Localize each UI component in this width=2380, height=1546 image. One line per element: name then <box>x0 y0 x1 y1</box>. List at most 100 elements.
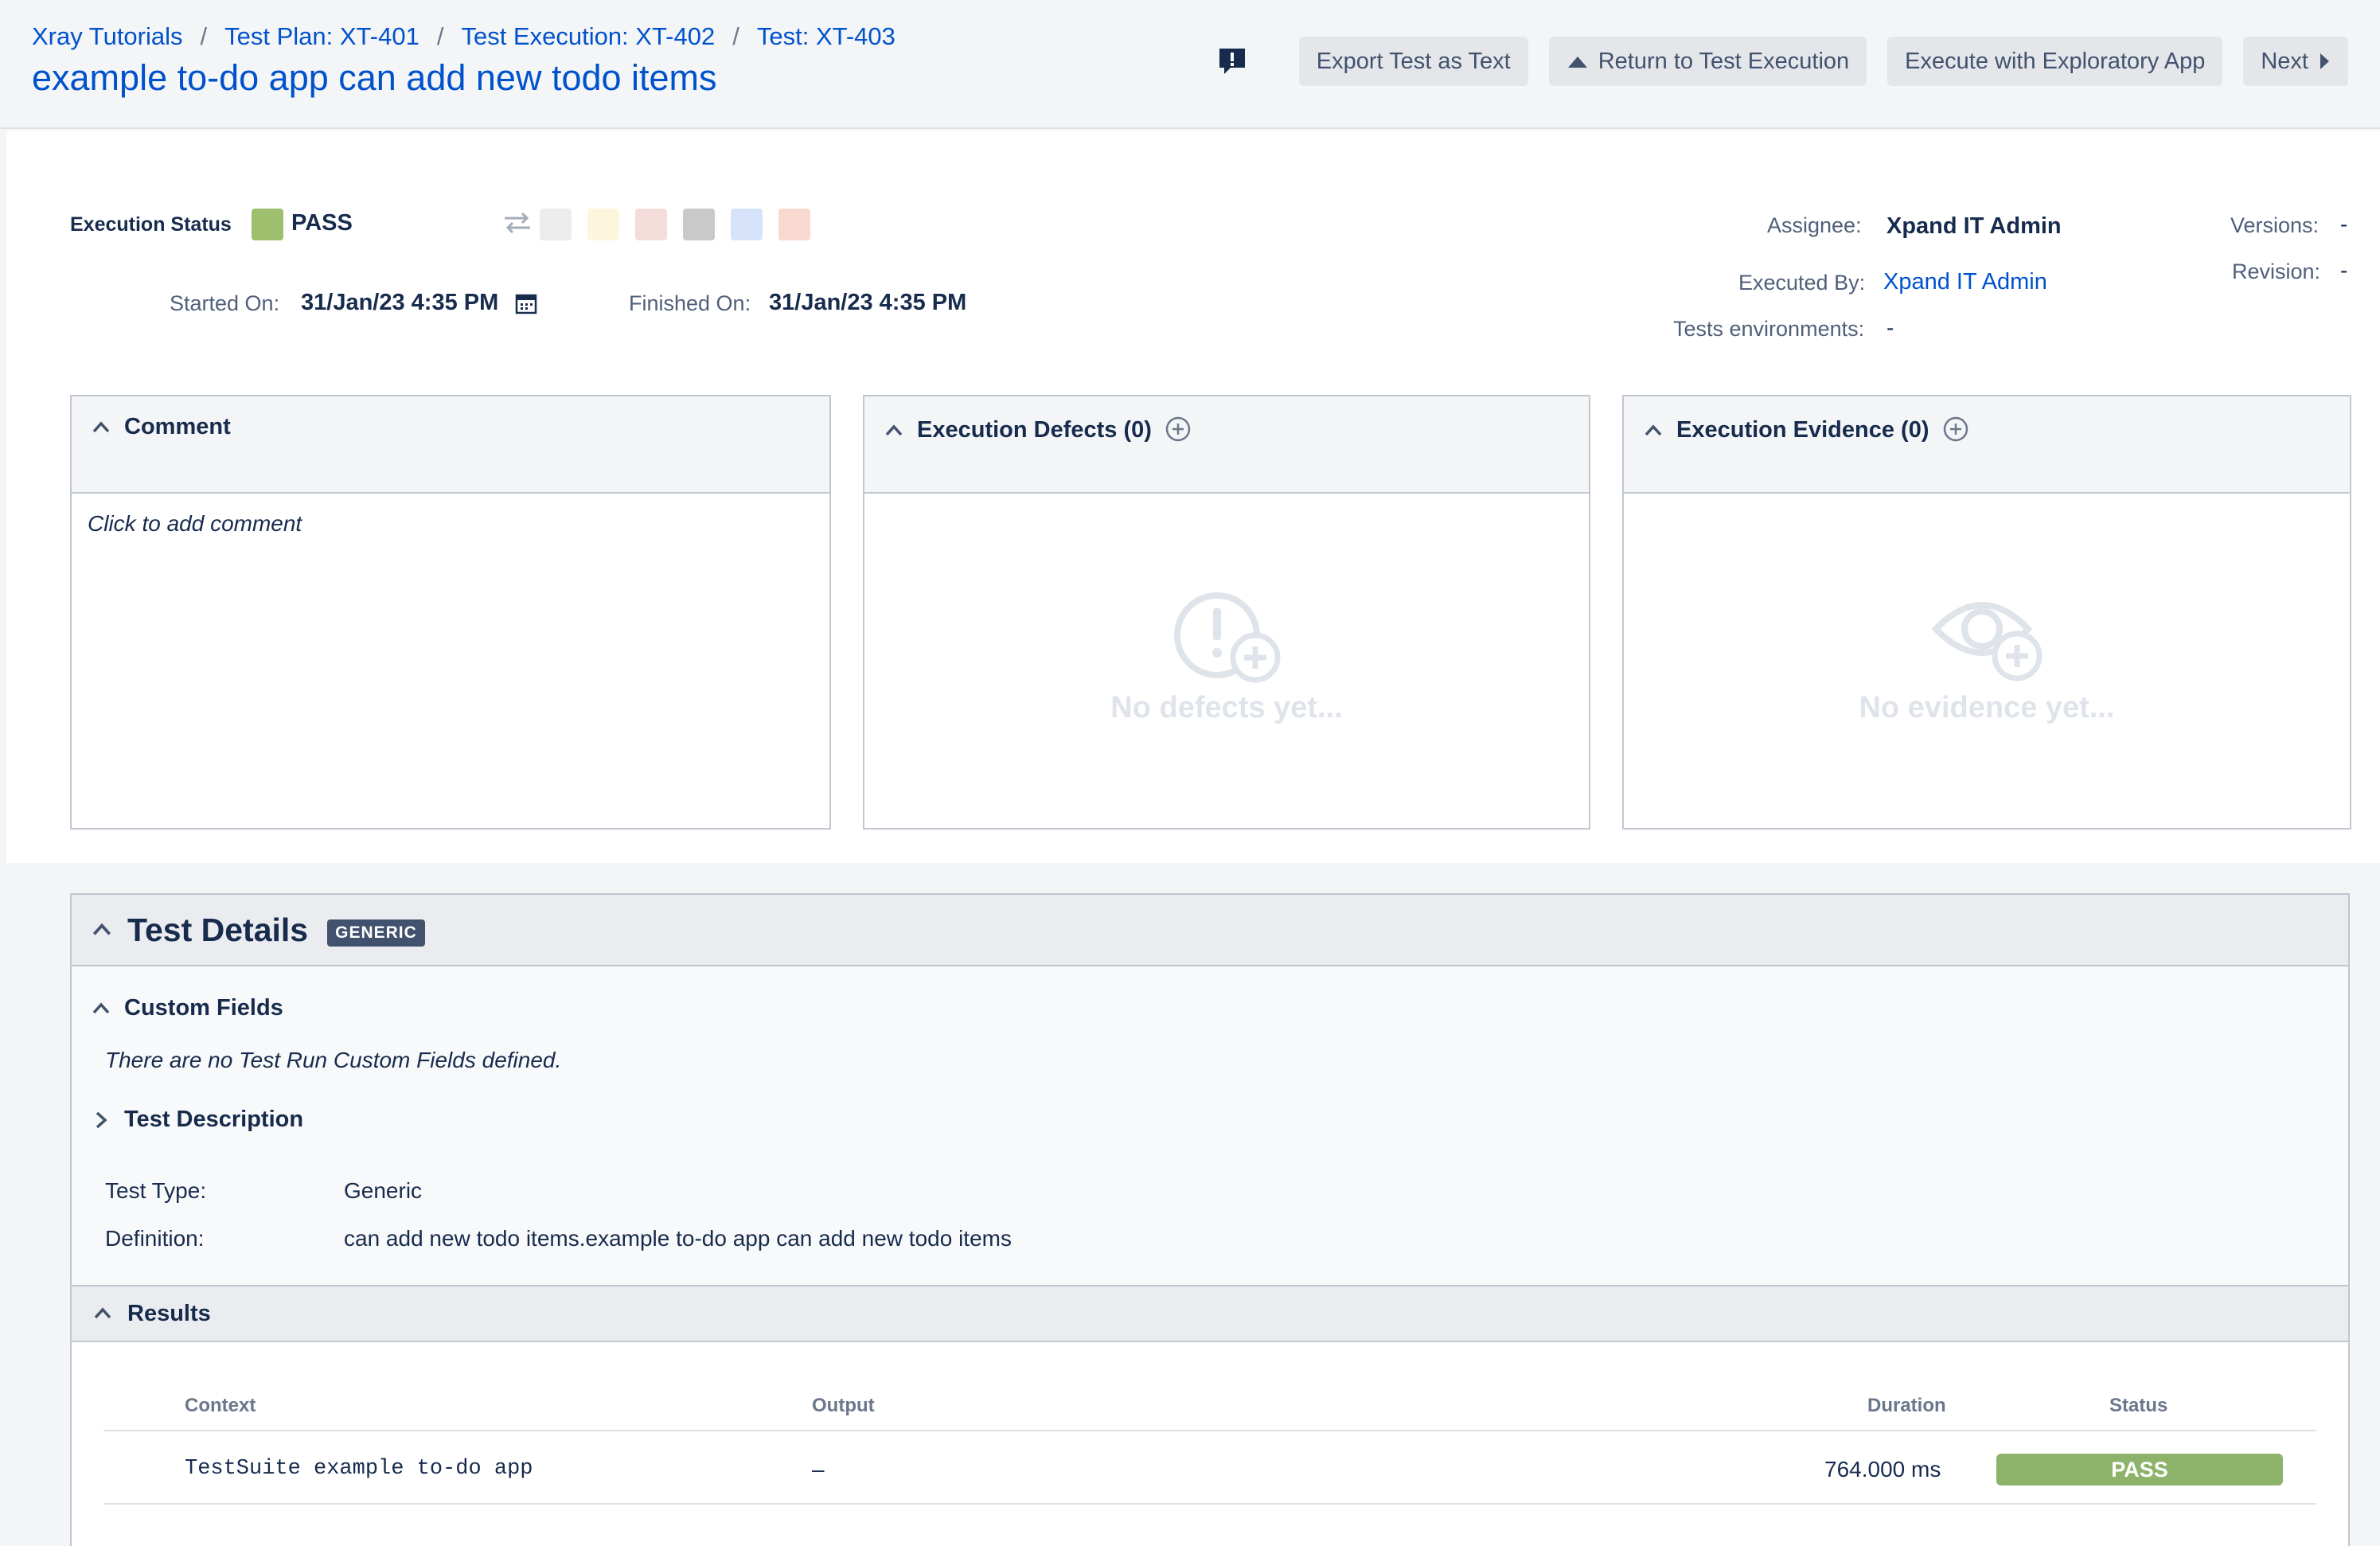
result-duration: 764.000 ms <box>1824 1457 1941 1482</box>
defect-alert-icon <box>1174 592 1281 683</box>
definition-label: Definition: <box>105 1226 205 1251</box>
comment-panel-header[interactable]: Comment <box>72 396 829 494</box>
executed-by-value[interactable]: Xpand IT Admin <box>1883 269 2047 295</box>
execution-defects-panel: Execution Defects (0) No defects yet... <box>863 395 1590 830</box>
result-output: – <box>812 1457 825 1482</box>
results-header[interactable]: Results <box>72 1285 2348 1342</box>
versions-value: - <box>2340 212 2348 236</box>
calendar-icon[interactable] <box>514 291 538 315</box>
defects-empty-text: No defects yet... <box>1110 691 1343 724</box>
execution-summary: Execution Status PASS Started On: 31/Jan… <box>6 131 2380 863</box>
comment-placeholder[interactable]: Click to add comment <box>88 511 302 537</box>
started-on-label: Started On: <box>170 291 280 315</box>
status-option-swatch[interactable] <box>778 209 810 240</box>
evidence-title: Execution Evidence (0) <box>1676 417 1929 443</box>
revision-label: Revision: <box>2232 260 2321 283</box>
evidence-panel-header[interactable]: Execution Evidence (0) <box>1624 396 2350 494</box>
custom-fields-title: Custom Fields <box>124 995 283 1021</box>
test-details-section: Test Details GENERIC Custom Fields There… <box>70 893 2350 1546</box>
comment-area[interactable]: Click to add comment <box>72 494 829 828</box>
exploratory-app-button[interactable]: Execute with Exploratory App <box>1887 37 2223 86</box>
table-divider <box>103 1430 2316 1431</box>
result-context: TestSuite example to-do app <box>185 1457 533 1481</box>
defects-title: Execution Defects (0) <box>917 417 1152 443</box>
column-header-duration: Duration <box>1867 1395 1946 1416</box>
page: Xray Tutorials / Test Plan: XT-401 / Tes… <box>0 0 2380 1546</box>
page-header: Xray Tutorials / Test Plan: XT-401 / Tes… <box>0 0 2380 129</box>
comment-title: Comment <box>124 414 231 439</box>
execution-status-value: PASS <box>291 210 353 236</box>
result-status-text: PASS <box>2111 1457 2168 1482</box>
breadcrumb-project[interactable]: Xray Tutorials <box>32 22 183 51</box>
evidence-empty-text: No evidence yet... <box>1859 691 2115 724</box>
status-option-swatch[interactable] <box>540 209 572 240</box>
breadcrumb-separator: / <box>436 22 444 50</box>
status-option-swatch[interactable] <box>635 209 667 240</box>
status-option-swatch[interactable] <box>683 209 715 240</box>
breadcrumb: Xray Tutorials / Test Plan: XT-401 / Tes… <box>32 22 895 51</box>
exploratory-app-label: Execute with Exploratory App <box>1905 48 2206 74</box>
add-defect-icon[interactable] <box>1165 416 1192 443</box>
add-evidence-icon[interactable] <box>1942 416 1969 443</box>
assignee-label: Assignee: <box>1767 213 1862 237</box>
chevron-up-icon[interactable] <box>91 998 111 1019</box>
comment-panel: Comment Click to add comment <box>70 395 831 830</box>
tests-environments-label: Tests environments: <box>1673 317 1865 341</box>
test-details-header[interactable]: Test Details GENERIC <box>72 895 2348 966</box>
definition-value: can add new todo items.example to-do app… <box>344 1226 1012 1251</box>
started-on-value: 31/Jan/23 4:35 PM <box>301 290 499 315</box>
status-pass-swatch[interactable] <box>252 209 283 240</box>
breadcrumb-test-execution[interactable]: Test Execution: XT-402 <box>461 22 715 51</box>
custom-fields-empty: There are no Test Run Custom Fields defi… <box>105 1048 562 1072</box>
test-description-header[interactable]: Test Description <box>91 1107 303 1133</box>
chevron-up-icon[interactable] <box>1643 420 1664 441</box>
custom-fields-header[interactable]: Custom Fields <box>91 995 283 1021</box>
breadcrumb-separator: / <box>200 22 208 50</box>
breadcrumb-test-plan[interactable]: Test Plan: XT-401 <box>224 22 419 51</box>
page-title: example to-do app can add new todo items <box>32 57 717 98</box>
chevron-up-icon[interactable] <box>91 919 113 941</box>
revision-value: - <box>2340 258 2348 283</box>
triangle-right-icon <box>2320 53 2329 69</box>
results-table: Context Output Duration Status TestSuite… <box>72 1342 2348 1546</box>
column-header-status: Status <box>2109 1395 2168 1416</box>
export-test-button[interactable]: Export Test as Text <box>1298 37 1528 86</box>
status-option-swatch[interactable] <box>731 209 763 240</box>
toolbar: Export Test as Text Return to Test Execu… <box>1216 37 2348 86</box>
execution-status-label: Execution Status <box>70 213 232 236</box>
chevron-right-icon[interactable] <box>91 1110 111 1130</box>
column-header-output: Output <box>812 1395 875 1416</box>
triangle-up-icon <box>1567 57 1587 68</box>
evidence-empty-state: No evidence yet... <box>1624 494 2350 828</box>
swap-icon[interactable] <box>501 210 533 236</box>
return-to-execution-button[interactable]: Return to Test Execution <box>1548 37 1867 86</box>
column-header-context: Context <box>185 1395 256 1416</box>
results-title: Results <box>127 1300 211 1326</box>
test-description-title: Test Description <box>124 1107 304 1132</box>
defects-empty-state: No defects yet... <box>864 494 1589 828</box>
test-type-badge: GENERIC <box>327 919 425 947</box>
defects-panel-header[interactable]: Execution Defects (0) <box>864 396 1589 494</box>
executed-by-label: Executed By: <box>1738 271 1866 295</box>
next-button[interactable]: Next <box>2243 37 2348 86</box>
eye-icon <box>1931 602 2043 681</box>
assignee-value[interactable]: Xpand IT Admin <box>1886 213 2062 240</box>
table-divider <box>103 1503 2316 1505</box>
return-to-execution-label: Return to Test Execution <box>1598 48 1850 74</box>
versions-label: Versions: <box>2230 213 2320 237</box>
test-type-label: Test Type: <box>105 1178 207 1203</box>
test-type-value: Generic <box>344 1178 423 1203</box>
feedback-icon[interactable] <box>1216 45 1248 77</box>
status-option-swatch[interactable] <box>587 209 619 240</box>
tests-environments-value: - <box>1886 315 1894 340</box>
export-test-label: Export Test as Text <box>1316 48 1511 74</box>
finished-on-label: Finished On: <box>629 291 751 315</box>
breadcrumb-separator: / <box>732 22 739 50</box>
result-status-badge: PASS <box>1996 1454 2283 1485</box>
chevron-up-icon[interactable] <box>91 417 111 438</box>
test-details-title: Test Details <box>127 911 309 948</box>
chevron-up-icon[interactable] <box>92 1303 113 1324</box>
chevron-up-icon[interactable] <box>884 420 904 441</box>
next-label: Next <box>2261 48 2308 74</box>
breadcrumb-test[interactable]: Test: XT-403 <box>757 22 895 51</box>
